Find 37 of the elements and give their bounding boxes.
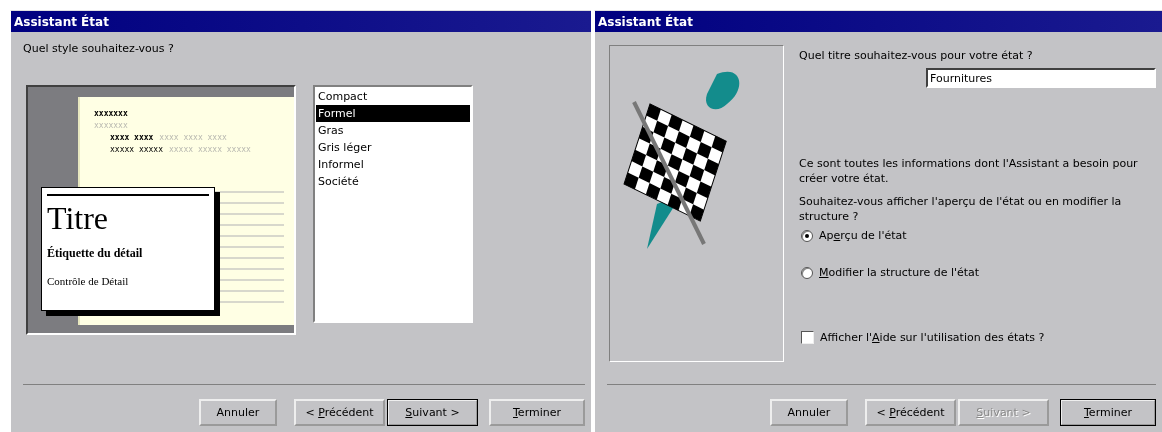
style-item[interactable]: Gris léger	[316, 139, 470, 156]
finish-button[interactable]: Terminer	[1060, 399, 1156, 426]
question-text: Souhaitez-vous afficher l'aperçu de l'état ou en modifier la structure ?	[799, 194, 1123, 224]
preview-text: xxxxxxx	[94, 109, 128, 118]
question-text: Quel titre souhaitez-vous pour votre état ?	[799, 48, 1034, 63]
preview-text: xxxx xxxx xxxx	[159, 133, 227, 142]
cancel-button[interactable]: Annuler	[199, 399, 277, 426]
back-button[interactable]: < Précédent	[294, 399, 385, 426]
help-option[interactable]: Afficher l'Aide sur l'utilisation des états ?	[799, 331, 1156, 344]
style-item[interactable]: Compact	[316, 88, 470, 105]
cancel-button[interactable]: Annuler	[770, 399, 848, 426]
card-control: Contrôle de Détail	[47, 275, 209, 287]
style-item[interactable]: Gras	[316, 122, 470, 139]
finish-button[interactable]: Terminer	[489, 399, 585, 426]
style-item[interactable]: Informel	[316, 156, 470, 173]
radio-option[interactable]: Modifier la structure de l'état	[799, 266, 1156, 279]
card-title: Titre	[47, 200, 110, 236]
style-item[interactable]: Société	[316, 173, 470, 190]
preview-text: xxxxx xxxxx	[110, 145, 163, 154]
question-text: Quel style souhaitez-vous ?	[22, 41, 175, 55]
window-title: Assistant État	[11, 11, 591, 32]
title-field[interactable]: Fournitures	[926, 68, 1156, 88]
preview-text: xxxxx xxxxx xxxxx	[169, 145, 251, 154]
info-text: Ce sont toutes les informations dont l'Assistant a besoin pour créer votre état.	[799, 156, 1139, 186]
preview-text: xxxxxxx	[94, 121, 128, 130]
style-item[interactable]: Formel	[316, 105, 470, 122]
option-label: Modifier la structure de l'état	[819, 266, 980, 279]
next-button[interactable]: Suivant >	[387, 399, 478, 426]
window-title: Assistant État	[595, 11, 1162, 32]
checkbox[interactable]	[801, 331, 814, 344]
radio-option[interactable]: Aperçu de l'état	[799, 229, 1156, 242]
checkbox-label: Afficher l'Aide sur l'utilisation des états ?	[820, 331, 1045, 344]
back-button[interactable]: < Précédent	[865, 399, 956, 426]
preview-text: xxxx xxxx	[110, 133, 154, 142]
option-label: Aperçu de l'état	[819, 229, 907, 242]
card-label: Étiquette du détail	[47, 246, 144, 261]
radio-icon[interactable]	[801, 266, 813, 279]
